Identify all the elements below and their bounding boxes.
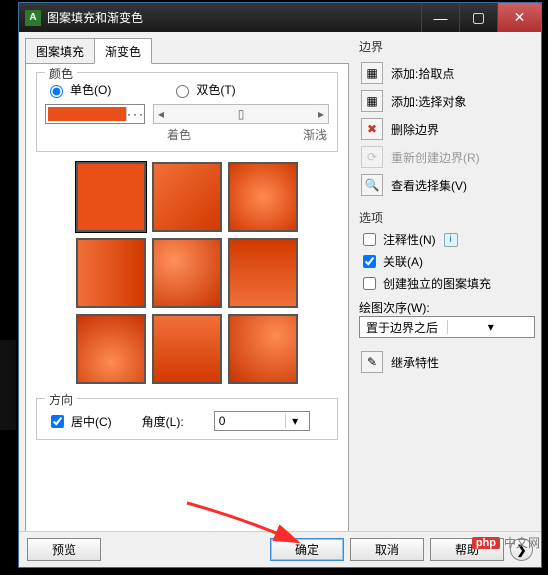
btn-preview[interactable]: 预览: [27, 538, 101, 561]
tint-label: 着色: [167, 126, 191, 143]
btn-add-pickpoint-label: 添加:拾取点: [391, 65, 454, 82]
draworder-combobox[interactable]: 置于边界之后 ▾: [359, 316, 535, 338]
watermark-text: 中文网: [504, 534, 540, 551]
app-icon: A: [25, 10, 41, 26]
add-select-icon: ▦: [361, 90, 383, 112]
delete-boundary-icon: ✖: [361, 118, 383, 140]
btn-delete-boundary-label: 删除边界: [391, 121, 439, 138]
group-direction: 方向 居中(C) 角度(L): ▾: [36, 398, 338, 440]
close-button[interactable]: ✕: [497, 3, 541, 32]
recreate-boundary-icon: ⟳: [361, 146, 383, 168]
color-swatch-preview: [48, 107, 126, 121]
btn-inherit[interactable]: ✎ 继承特性: [359, 348, 535, 376]
checkbox-center-input[interactable]: [51, 415, 64, 428]
gradient-preset-5[interactable]: [152, 238, 222, 308]
btn-delete-boundary[interactable]: ✖ 删除边界: [359, 115, 535, 143]
btn-ok[interactable]: 确定: [270, 538, 344, 561]
group-color: 颜色 单色(O) 双色(T): [36, 72, 338, 152]
checkbox-independent-input[interactable]: [363, 277, 376, 290]
radio-single-input[interactable]: [50, 85, 63, 98]
boundary-label: 边界: [359, 38, 535, 55]
radio-double-input[interactable]: [176, 85, 189, 98]
gradient-preset-2[interactable]: [152, 162, 222, 232]
angle-dropdown-icon: ▾: [285, 414, 305, 428]
checkbox-independent-label: 创建独立的图案填充: [383, 275, 491, 292]
slider-left-arrow-icon: ◂: [158, 107, 164, 121]
checkbox-assoc-label: 关联(A): [383, 253, 423, 270]
gradient-preset-7[interactable]: [76, 314, 146, 384]
minimize-button[interactable]: —: [421, 3, 459, 32]
gradient-preset-8[interactable]: [152, 314, 222, 384]
tab-strip: 图案填充 渐变色: [25, 38, 349, 64]
btn-recreate-boundary: ⟳ 重新创建边界(R): [359, 143, 535, 171]
radio-double-color[interactable]: 双色(T): [171, 81, 235, 98]
gradient-preset-grid: [36, 162, 338, 384]
draworder-value: 置于边界之后: [360, 319, 447, 336]
checkbox-independent[interactable]: 创建独立的图案填充: [359, 274, 535, 293]
tab-gradient[interactable]: 渐变色: [94, 38, 152, 64]
window-buttons: — ▢ ✕: [421, 3, 541, 32]
radio-single-color[interactable]: 单色(O): [45, 81, 111, 98]
tab-panel-gradient: 颜色 单色(O) 双色(T): [25, 63, 349, 534]
checkbox-annotative[interactable]: 注释性(N) i: [359, 230, 535, 249]
btn-view-selection-label: 查看选择集(V): [391, 177, 467, 194]
section-options: 选项 注释性(N) i 关联(A) 创建独立的图案填充 绘图次序(W):: [359, 209, 535, 338]
group-color-legend: 颜色: [45, 65, 77, 82]
view-selection-icon: 🔍: [361, 174, 383, 196]
section-boundary: 边界 ▦ 添加:拾取点 ▦ 添加:选择对象 ✖ 删除边界 ⟳ 重新创建边界(R): [359, 38, 535, 199]
watermark-logo: php: [472, 537, 500, 549]
color-swatch-dropdown-icon: ···: [126, 107, 142, 121]
gradient-preset-4[interactable]: [76, 238, 146, 308]
maximize-button[interactable]: ▢: [459, 3, 497, 32]
checkbox-annotative-label: 注释性(N): [383, 231, 436, 248]
checkbox-annotative-input[interactable]: [363, 233, 376, 246]
checkbox-assoc[interactable]: 关联(A): [359, 252, 535, 271]
checkbox-center[interactable]: 居中(C): [47, 412, 112, 431]
slider-thumb-icon: ▯: [238, 107, 245, 121]
radio-double-label: 双色(T): [196, 81, 235, 98]
dialog-window: A 图案填充和渐变色 — ▢ ✕ 图案填充 渐变色 颜色 单色(O): [18, 2, 542, 568]
options-label: 选项: [359, 209, 535, 226]
watermark: php 中文网: [472, 534, 540, 551]
inherit-icon: ✎: [361, 351, 383, 373]
btn-inherit-label: 继承特性: [391, 354, 439, 371]
tint-slider[interactable]: ◂ ▯ ▸: [153, 104, 329, 124]
color-swatch-picker[interactable]: ···: [45, 104, 145, 124]
gradient-preset-6[interactable]: [228, 238, 298, 308]
btn-view-selection[interactable]: 🔍 查看选择集(V): [359, 171, 535, 199]
radio-single-label: 单色(O): [70, 81, 111, 98]
gradient-preset-3[interactable]: [228, 162, 298, 232]
tab-pattern[interactable]: 图案填充: [25, 38, 95, 64]
btn-add-pickpoint[interactable]: ▦ 添加:拾取点: [359, 59, 535, 87]
checkbox-center-label: 居中(C): [71, 413, 112, 430]
draworder-label: 绘图次序(W):: [359, 301, 430, 315]
info-icon[interactable]: i: [444, 233, 458, 247]
gradient-preset-9[interactable]: [228, 314, 298, 384]
group-direction-legend: 方向: [45, 391, 77, 408]
draworder-dropdown-icon: ▾: [447, 320, 535, 334]
external-dark-area: [0, 340, 16, 430]
btn-add-select[interactable]: ▦ 添加:选择对象: [359, 87, 535, 115]
titlebar[interactable]: A 图案填充和渐变色 — ▢ ✕: [19, 3, 541, 32]
window-title: 图案填充和渐变色: [47, 9, 421, 26]
light-label: 渐浅: [303, 126, 327, 143]
gradient-preset-1[interactable]: [76, 162, 146, 232]
btn-add-select-label: 添加:选择对象: [391, 93, 466, 110]
add-pickpoint-icon: ▦: [361, 62, 383, 84]
checkbox-assoc-input[interactable]: [363, 255, 376, 268]
angle-combobox[interactable]: ▾: [214, 411, 310, 431]
section-inherit: ✎ 继承特性: [359, 348, 535, 376]
btn-cancel[interactable]: 取消: [350, 538, 424, 561]
dialog-footer: 预览 确定 取消 帮助 ❯: [19, 531, 541, 567]
angle-label: 角度(L):: [142, 413, 184, 430]
btn-recreate-boundary-label: 重新创建边界(R): [391, 149, 480, 166]
angle-input[interactable]: [215, 412, 285, 430]
slider-right-arrow-icon: ▸: [318, 107, 324, 121]
